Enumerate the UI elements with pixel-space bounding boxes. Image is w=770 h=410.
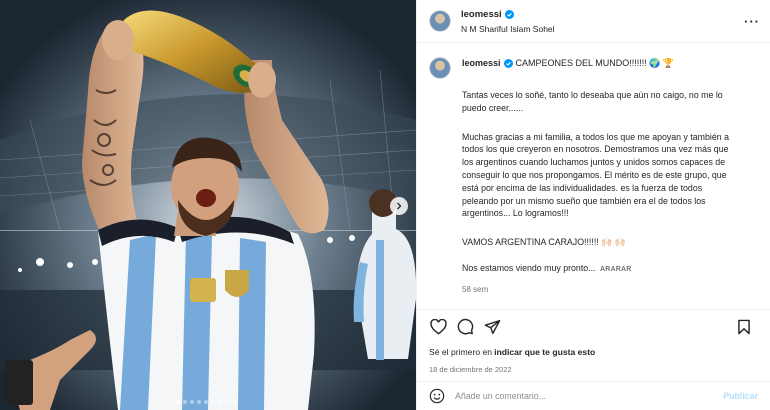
caption-paragraph-3: VAMOS ARGENTINA CARAJO!!!!!! 🙌🏻 🙌🏻 [462,237,626,248]
comment-icon [457,318,473,335]
carousel-dot [176,400,180,404]
action-bar [417,309,770,343]
bookmark-icon [738,319,750,335]
paper-plane-icon [484,319,500,334]
carousel-dot [190,400,194,404]
likes-line: Sé el primero en indicar que te gusta es… [417,343,770,361]
carousel-dot [204,400,208,404]
more-options-icon[interactable]: ··· [744,14,760,29]
photo-scene [0,0,416,410]
username-row: leomessi [461,8,514,22]
publish-button[interactable]: Publicar [723,391,758,401]
like-button[interactable] [429,318,447,336]
audio-subline[interactable]: N M Shariful Islam Sohel [461,22,555,36]
caption-paragraph-1: Tantas veces lo soñé, tanto lo deseaba q… [462,90,726,113]
likes-text: Sé el primero en [429,347,493,357]
like-this-link[interactable]: indicar que te gusta esto [494,347,595,357]
caption-paragraph-4: Nos estamos viendo muy pronto... ARARAR [462,262,737,277]
post-photo[interactable] [0,0,416,410]
comment-button[interactable] [456,318,474,336]
carousel-dot [225,400,229,404]
translate-link[interactable]: ARARAR [600,266,632,273]
post-details-panel: leomessi N M Shariful Islam Sohel ··· le… [416,0,770,410]
chevron-right-icon [397,202,402,210]
share-button[interactable] [483,318,501,336]
carousel-dot [183,400,187,404]
caption-avatar[interactable] [429,57,451,79]
caption-username[interactable]: leomessi [462,57,501,70]
save-button[interactable] [735,318,753,336]
caption-closing-text: Nos estamos viendo muy pronto... [462,262,596,273]
header-text: leomessi N M Shariful Islam Sohel [461,7,555,36]
verified-badge-icon [504,10,514,19]
carousel-dot [197,400,201,404]
caption-area: leomessi CAMPEONES DEL MUNDO!!!!!!! 🌍 🏆 … [417,43,770,309]
carousel-dots [176,400,236,404]
caption-title-row: leomessi CAMPEONES DEL MUNDO!!!!!!! 🌍 🏆 [462,57,737,70]
post-date: 18 de diciembre de 2022 [429,364,512,374]
verified-badge-icon [503,59,513,68]
post-header: leomessi N M Shariful Islam Sohel ··· [417,0,770,43]
avatar[interactable] [429,10,451,32]
next-slide-button[interactable] [390,197,408,215]
carousel-dot [218,400,222,404]
comment-box: Publicar [417,381,770,410]
caption-body: leomessi CAMPEONES DEL MUNDO!!!!!!! 🌍 🏆 … [462,57,737,294]
instagram-post: leomessi N M Shariful Islam Sohel ··· le… [0,0,770,410]
caption-paragraph-2: Muchas gracias a mi familia, a todos los… [462,131,732,219]
caption-row: leomessi CAMPEONES DEL MUNDO!!!!!!! 🌍 🏆 … [429,57,758,294]
comment-input[interactable] [455,391,724,401]
emoji-icon[interactable] [429,388,445,404]
carousel-dot [211,400,215,404]
username-link[interactable]: leomessi [461,8,502,22]
caption-title: CAMPEONES DEL MUNDO!!!!!!! 🌍 🏆 [515,58,675,68]
heart-icon [429,318,447,335]
post-age[interactable]: 58 sem [462,285,737,294]
carousel-dot [232,400,236,404]
